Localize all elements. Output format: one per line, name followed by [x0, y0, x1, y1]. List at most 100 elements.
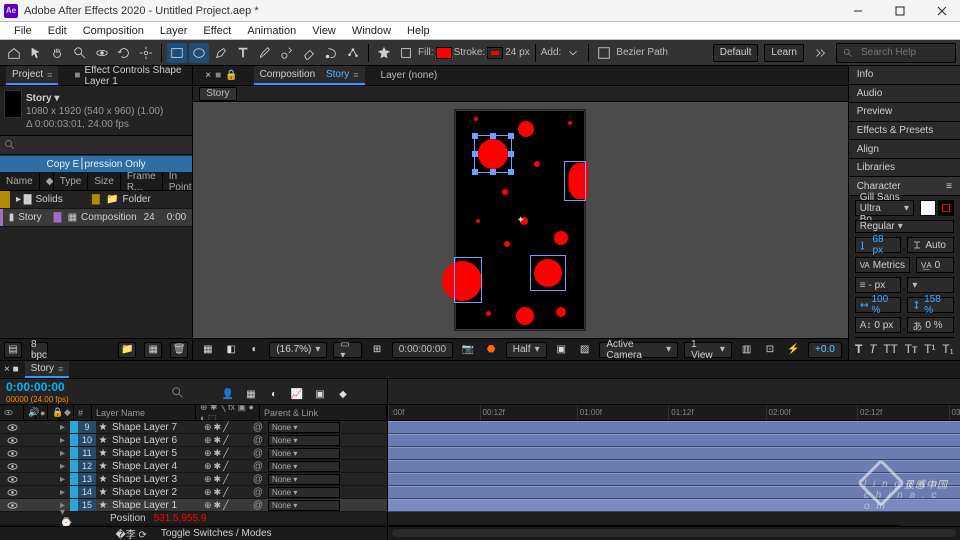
pickwhip-icon[interactable]: @ [252, 461, 264, 472]
layer-switches[interactable]: ⊕✱╱ [200, 500, 252, 511]
layer-switches[interactable]: ⊕✱╱ [200, 487, 252, 498]
twirl-icon[interactable]: ▸ [60, 422, 70, 433]
panel-libraries[interactable]: Libraries [849, 159, 960, 178]
pickwhip-icon[interactable]: @ [252, 500, 264, 511]
viewer-canvas[interactable]: ✦ [193, 102, 847, 338]
col-layer-name[interactable]: Layer Name [92, 405, 196, 420]
lock-icon[interactable]: 🔒 [225, 70, 237, 81]
pickwhip-icon[interactable]: @ [252, 448, 264, 459]
stroke-width[interactable]: 24 px [505, 47, 529, 58]
frame-blend-icon[interactable]: ▦ [241, 384, 261, 404]
layer-track[interactable] [388, 486, 960, 499]
parent-select[interactable]: None ▾ [268, 422, 340, 433]
panel-align[interactable]: Align [849, 140, 960, 159]
font-size[interactable]: 68 px [855, 237, 902, 253]
panel-menu-icon[interactable]: ≡ [47, 70, 52, 80]
workspace-selector[interactable]: Default [713, 44, 759, 62]
eye-toggle[interactable] [0, 461, 24, 472]
copy-expression-strip[interactable]: Copy E⎮pression Only [0, 155, 192, 173]
panel-audio[interactable]: Audio [849, 85, 960, 104]
menu-layer[interactable]: Layer [152, 22, 196, 39]
col-visibility[interactable] [0, 405, 24, 420]
panel-preview[interactable]: Preview [849, 103, 960, 122]
col-type[interactable]: Type [54, 173, 89, 190]
italic-icon[interactable]: T [869, 342, 876, 356]
trash-icon[interactable]: 🗑 [170, 342, 188, 358]
timeline-layer-row[interactable]: ▸10★Shape Layer 6⊕✱╱@None ▾ [0, 434, 387, 447]
parent-select[interactable]: None ▾ [268, 448, 340, 459]
twirl-icon[interactable]: ▸ [60, 461, 70, 472]
toggle-switches-label[interactable]: Toggle Switches / Modes [161, 528, 272, 539]
eye-toggle[interactable] [0, 435, 24, 446]
snapshot-icon[interactable]: 📷 [459, 340, 476, 360]
home-icon[interactable] [4, 43, 24, 63]
pen-tool-icon[interactable] [211, 43, 231, 63]
font-weight-select[interactable]: Regular ▾ [855, 220, 954, 233]
toggle-switches[interactable]: �李 ⟳ [115, 526, 146, 540]
maximize-button[interactable] [882, 0, 918, 22]
layer-track[interactable] [388, 421, 960, 434]
menu-help[interactable]: Help [399, 22, 438, 39]
new-comp-icon[interactable]: ▦ [144, 342, 162, 358]
baseline[interactable]: A↕ 0 px [855, 317, 902, 333]
grid-icon[interactable]: ⊞ [368, 340, 385, 360]
pixel-aspect-icon[interactable]: ⊡ [761, 340, 778, 360]
subscript-icon[interactable]: T₁ [942, 342, 953, 356]
resolution-select[interactable]: Half ▾ [506, 342, 547, 358]
draft3d-icon[interactable]: ▣ [310, 384, 330, 404]
camera-select[interactable]: Active Camera ▾ [599, 342, 678, 358]
parent-select[interactable]: None ▾ [268, 435, 340, 446]
zoom-select[interactable]: (16.7%) ▾ [269, 342, 327, 358]
learn-button[interactable]: Learn [764, 44, 804, 62]
channel-icon[interactable]: ◧ [223, 340, 240, 360]
layer-track[interactable] [388, 499, 960, 512]
project-row[interactable]: ▮Story ▇ ▦Composition 24 0:00 [0, 209, 192, 227]
interpret-icon[interactable]: ▤ [4, 342, 22, 358]
ellipse-tool-icon[interactable] [189, 43, 209, 63]
twirl-icon[interactable]: ▸ [60, 487, 70, 498]
col-name[interactable]: Name [0, 173, 40, 190]
exposure[interactable]: +0.0 [808, 342, 842, 358]
menu-composition[interactable]: Composition [75, 22, 152, 39]
layer-name[interactable]: Shape Layer 6 [110, 435, 200, 446]
menu-file[interactable]: File [6, 22, 40, 39]
comp-breadcrumb[interactable]: Story [199, 87, 236, 101]
col-audio[interactable]: 🔊 [24, 405, 36, 420]
alpha-icon[interactable]: ▦ [199, 340, 216, 360]
selection-tool-icon[interactable] [26, 43, 46, 63]
puppet-tool-icon[interactable] [343, 43, 363, 63]
panel-menu-icon[interactable]: ≡ [946, 181, 952, 192]
tsume[interactable]: あ 0 % [907, 317, 954, 333]
menu-edit[interactable]: Edit [40, 22, 75, 39]
eye-toggle[interactable] [0, 474, 24, 485]
timeline-layer-row[interactable]: ▸14★Shape Layer 2⊕✱╱@None ▾ [0, 486, 387, 499]
tab-effect-controls[interactable]: ■Effect Controls Shape Layer 1 [68, 66, 192, 85]
anchor-tool-icon[interactable] [136, 43, 156, 63]
bezier-checkbox[interactable] [594, 43, 614, 63]
roto-tool-icon[interactable] [321, 43, 341, 63]
menu-view[interactable]: View [304, 22, 344, 39]
col-parent[interactable]: Parent & Link [260, 405, 387, 420]
col-size[interactable]: Size [88, 173, 120, 190]
col-switches[interactable]: ⊕ ✱ ╲ fx ▣ ● ◐ ⬚ [196, 405, 260, 420]
parent-select[interactable]: None ▾ [268, 474, 340, 485]
layer-name[interactable]: Shape Layer 1 [110, 500, 200, 511]
fast-preview-icon[interactable]: ⚡ [785, 340, 802, 360]
search-help[interactable] [836, 43, 956, 63]
timeline-tracks[interactable]: wiggle(1,15) [388, 421, 960, 526]
brush-tool-icon[interactable] [255, 43, 275, 63]
col-frame[interactable]: Frame R... [121, 173, 163, 190]
search-input[interactable] [859, 46, 949, 59]
tab-layer[interactable]: Layer (none) [375, 66, 444, 85]
time-display[interactable]: 0:00:00:00 [392, 342, 453, 358]
shy-icon[interactable]: 👤 [218, 384, 238, 404]
timeline-layer-row[interactable]: ▸12★Shape Layer 4⊕✱╱@None ▾ [0, 460, 387, 473]
hand-tool-icon[interactable] [48, 43, 68, 63]
kerning[interactable]: VAMetrics [855, 257, 910, 273]
pickwhip-icon[interactable]: @ [252, 435, 264, 446]
layer-name[interactable]: Shape Layer 2 [110, 487, 200, 498]
timeline-layer-row[interactable]: ▸11★Shape Layer 5⊕✱╱@None ▾ [0, 447, 387, 460]
mask-icon[interactable]: ◐ [246, 340, 263, 360]
time-ruler[interactable]: :00f 00:12f 01:00f 01:12f 02:00f 02:12f … [388, 405, 960, 421]
pickwhip-icon[interactable]: @ [252, 422, 264, 433]
